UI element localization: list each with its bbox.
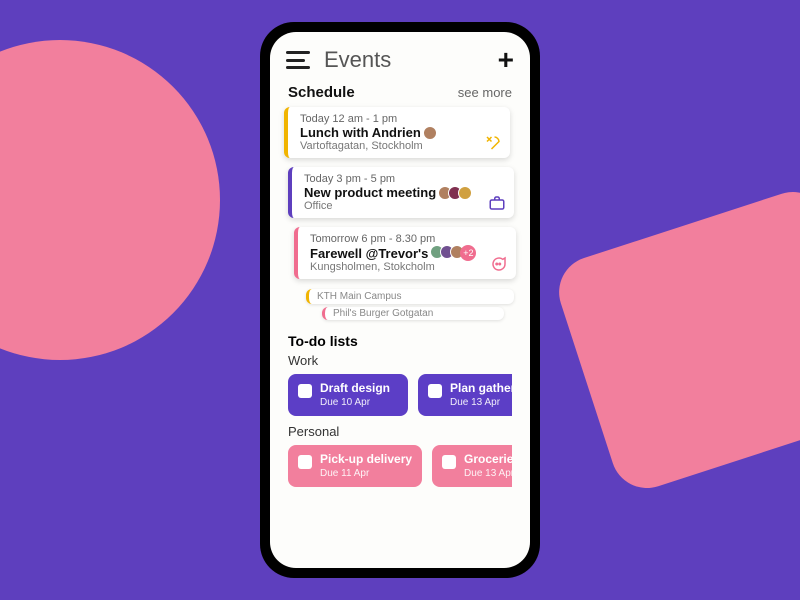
todo-checkbox[interactable]: [298, 384, 312, 398]
chat-icon: [490, 255, 508, 273]
bg-shape-square: [550, 183, 800, 498]
event-time: Tomorrow 6 pm - 8.30 pm: [310, 233, 508, 245]
todo-item-title: Groceries: [464, 453, 512, 466]
event-avatars: [427, 126, 437, 140]
event-time: Today 12 am - 1 pm: [300, 113, 502, 125]
todo-title: To-do lists: [288, 333, 512, 349]
event-card-peek[interactable]: Phil's Burger Gotgatan: [322, 307, 504, 320]
app-screen: Events + Schedule see more Today 12 am -…: [270, 32, 530, 568]
todo-section: To-do lists Work Draft design Due 10 Apr…: [270, 327, 530, 495]
todo-item-due: Due 13 Apr: [450, 397, 512, 408]
todo-chip[interactable]: Plan gathering Due 13 Apr: [418, 374, 512, 416]
todo-item-title: Pick-up delivery: [320, 453, 412, 466]
schedule-header: Schedule see more: [270, 82, 530, 107]
event-location: Phil's Burger Gotgatan: [333, 308, 496, 319]
todo-checkbox[interactable]: [428, 384, 442, 398]
todo-checkbox[interactable]: [442, 455, 456, 469]
add-event-button[interactable]: +: [498, 46, 514, 74]
todo-checkbox[interactable]: [298, 455, 312, 469]
page-title: Events: [324, 47, 498, 73]
event-time: Today 3 pm - 5 pm: [304, 173, 506, 185]
briefcase-icon: [488, 194, 506, 212]
event-avatars: +2: [434, 245, 476, 261]
event-location: Vartoftagatan, Stockholm: [300, 140, 502, 152]
todo-chip[interactable]: Draft design Due 10 Apr: [288, 374, 408, 416]
schedule-see-more-link[interactable]: see more: [458, 85, 512, 100]
todo-item-title: Draft design: [320, 382, 390, 395]
event-card[interactable]: Today 3 pm - 5 pm New product meeting Of…: [288, 167, 514, 218]
event-title: Lunch with Andrien: [300, 125, 421, 140]
schedule-card-stack: Today 12 am - 1 pm Lunch with Andrien Va…: [270, 107, 530, 327]
todo-item-title: Plan gathering: [450, 382, 512, 395]
todo-item-due: Due 11 Apr: [320, 468, 412, 479]
phone-frame: Events + Schedule see more Today 12 am -…: [260, 22, 540, 578]
todo-row-personal[interactable]: Pick-up delivery Due 11 Apr Groceries Du…: [288, 445, 512, 487]
todo-item-due: Due 10 Apr: [320, 397, 390, 408]
event-card[interactable]: Tomorrow 6 pm - 8.30 pm Farewell @Trevor…: [294, 227, 516, 279]
event-location: KTH Main Campus: [317, 291, 506, 302]
event-card-peek[interactable]: KTH Main Campus: [306, 289, 514, 304]
todo-list-name: Personal: [288, 424, 512, 439]
todo-chip[interactable]: Groceries Due 13 Apr: [432, 445, 512, 487]
todo-list-name: Work: [288, 353, 512, 368]
schedule-title: Schedule: [288, 84, 355, 101]
todo-row-work[interactable]: Draft design Due 10 Apr Plan gathering D…: [288, 374, 512, 416]
menu-icon[interactable]: [286, 51, 310, 69]
event-location: Kungsholmen, Stokcholm: [310, 261, 508, 273]
event-title: Farewell @Trevor's: [310, 246, 428, 261]
todo-item-due: Due 13 Apr: [464, 468, 512, 479]
app-header: Events +: [270, 32, 530, 82]
bg-shape-circle: [0, 40, 220, 360]
event-location: Office: [304, 200, 506, 212]
event-card[interactable]: Today 12 am - 1 pm Lunch with Andrien Va…: [284, 107, 510, 158]
event-avatars: [442, 186, 472, 200]
todo-chip[interactable]: Pick-up delivery Due 11 Apr: [288, 445, 422, 487]
food-icon: [484, 134, 502, 152]
event-title: New product meeting: [304, 185, 436, 200]
avatar-overflow-badge: +2: [460, 245, 476, 261]
